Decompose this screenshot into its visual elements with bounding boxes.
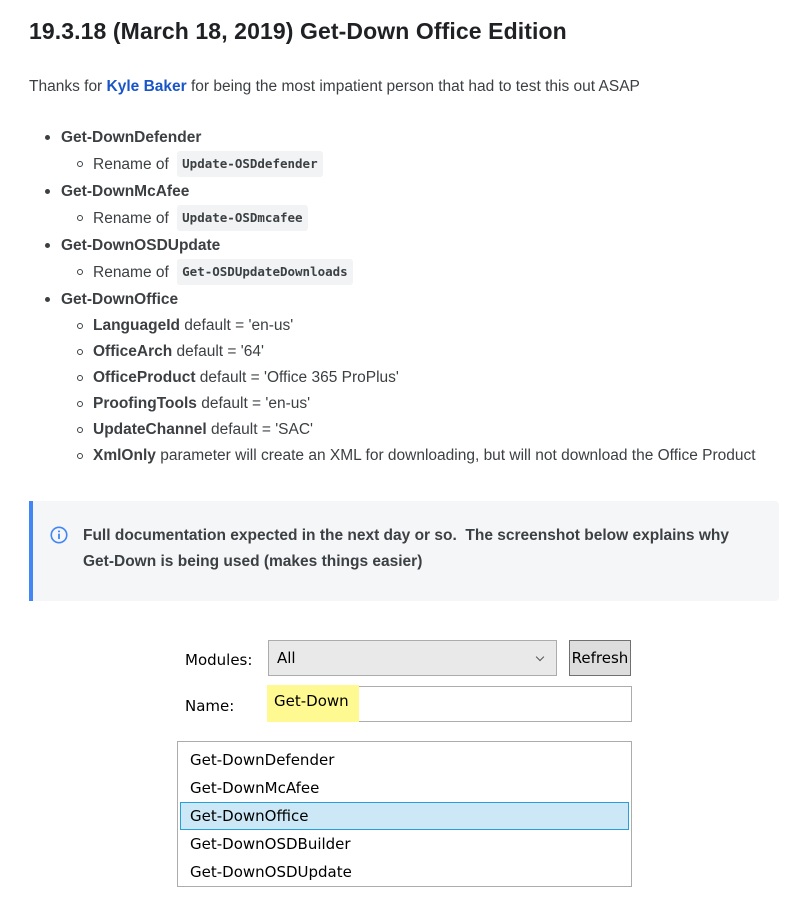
parameter-item: XmlOnly parameter will create an XML for… xyxy=(61,443,756,469)
name-input-value: Get-Down xyxy=(274,692,349,710)
bullet-circle-icon xyxy=(77,349,83,355)
contributor-link[interactable]: Kyle Baker xyxy=(107,78,187,95)
modules-selected-value: All xyxy=(277,649,296,667)
code-chip: Update-OSDdefender xyxy=(177,150,323,177)
list-item-selected[interactable]: Get-DownOffice xyxy=(180,802,629,830)
parameter-desc: default = 'en-us' xyxy=(196,395,311,412)
bullet-circle-icon xyxy=(77,161,83,167)
bullet-circle-icon xyxy=(77,401,83,407)
bullet-circle-icon xyxy=(77,375,83,381)
function-name: Get-DownMcAfee xyxy=(61,183,190,200)
chevron-down-icon xyxy=(535,652,545,662)
parameter-name: UpdateChannel xyxy=(93,421,207,438)
function-name: Get-DownDefender xyxy=(61,129,202,146)
list-item[interactable]: Get-DownOSDBuilder xyxy=(180,830,629,858)
parameter-item: OfficeArch default = '64' xyxy=(61,339,756,365)
function-name: Get-DownOSDUpdate xyxy=(61,237,221,254)
bullet-circle-icon xyxy=(77,269,83,275)
modules-label: Modules: xyxy=(185,651,253,669)
modules-dropdown[interactable]: All xyxy=(268,640,557,676)
code-chip: Get-OSDUpdateDownloads xyxy=(177,258,353,285)
parameter-item: LanguageId default = 'en-us' xyxy=(61,313,756,339)
detail-text: Rename of xyxy=(93,156,169,173)
bullet-circle-icon xyxy=(77,453,83,459)
info-callout: Full documentation expected in the next … xyxy=(29,501,779,601)
change-detail: Rename of Update-OSDdefender xyxy=(61,150,756,178)
detail-text: Rename of xyxy=(93,264,169,281)
parameter-desc: default = 'en-us' xyxy=(179,317,294,334)
bullet-disc-icon xyxy=(45,297,50,302)
list-item[interactable]: Get-DownOSDUpdate xyxy=(180,858,629,886)
change-item: Get-DownMcAfee Rename of Update-OSDmcafe… xyxy=(29,178,756,232)
module-browser-screenshot: Modules: All Refresh Name: Get-Down Get-… xyxy=(177,636,640,892)
change-details: Rename of Update-OSDmcafee xyxy=(61,204,756,232)
name-label: Name: xyxy=(185,697,235,715)
parameter-desc: default = '64' xyxy=(172,343,264,360)
code-chip: Update-OSDmcafee xyxy=(177,204,308,231)
thanks-paragraph: Thanks for Kyle Baker for being the most… xyxy=(29,78,640,96)
refresh-button[interactable]: Refresh xyxy=(569,640,631,676)
parameter-desc: default = 'SAC' xyxy=(206,421,313,438)
bullet-disc-icon xyxy=(45,135,50,140)
parameter-name: ProofingTools xyxy=(93,395,197,412)
changes-list: Get-DownDefender Rename of Update-OSDdef… xyxy=(29,124,756,469)
change-detail: Rename of Get-OSDUpdateDownloads xyxy=(61,258,756,286)
info-text: Full documentation expected in the next … xyxy=(83,527,734,570)
thanks-suffix: for being the most impatient person that… xyxy=(186,78,640,95)
parameter-item: UpdateChannel default = 'SAC' xyxy=(61,417,756,443)
release-title: 19.3.18 (March 18, 2019) Get-Down Office… xyxy=(29,18,567,44)
parameter-name: OfficeProduct xyxy=(93,369,196,386)
parameter-name: LanguageId xyxy=(93,317,180,334)
parameter-desc: parameter will create an XML for downloa… xyxy=(155,447,756,464)
bullet-circle-icon xyxy=(77,427,83,433)
name-input[interactable]: Get-Down xyxy=(267,685,632,722)
list-item[interactable]: Get-DownDefender xyxy=(180,746,629,774)
change-details: Rename of Update-OSDdefender xyxy=(61,150,756,178)
thanks-prefix: Thanks for xyxy=(29,78,107,95)
list-item[interactable]: Get-DownMcAfee xyxy=(180,774,629,802)
parameter-list: LanguageId default = 'en-us' OfficeArch … xyxy=(61,313,756,469)
change-detail: Rename of Update-OSDmcafee xyxy=(61,204,756,232)
function-name: Get-DownOffice xyxy=(61,291,179,308)
bullet-circle-icon xyxy=(77,215,83,221)
parameter-name: XmlOnly xyxy=(93,447,156,464)
bullet-disc-icon xyxy=(45,189,50,194)
parameter-name: OfficeArch xyxy=(93,343,173,360)
command-results-list[interactable]: Get-DownDefender Get-DownMcAfee Get-Down… xyxy=(177,741,632,887)
change-details: Rename of Get-OSDUpdateDownloads xyxy=(61,258,756,286)
parameter-desc: default = 'Office 365 ProPlus' xyxy=(195,369,399,386)
parameter-item: ProofingTools default = 'en-us' xyxy=(61,391,756,417)
parameter-item: OfficeProduct default = 'Office 365 ProP… xyxy=(61,365,756,391)
detail-text: Rename of xyxy=(93,210,169,227)
bullet-circle-icon xyxy=(77,323,83,329)
change-item: Get-DownOSDUpdate Rename of Get-OSDUpdat… xyxy=(29,232,756,286)
info-icon xyxy=(50,526,68,544)
bullet-disc-icon xyxy=(45,243,50,248)
change-item: Get-DownOffice LanguageId default = 'en-… xyxy=(29,286,756,469)
change-item: Get-DownDefender Rename of Update-OSDdef… xyxy=(29,124,756,178)
